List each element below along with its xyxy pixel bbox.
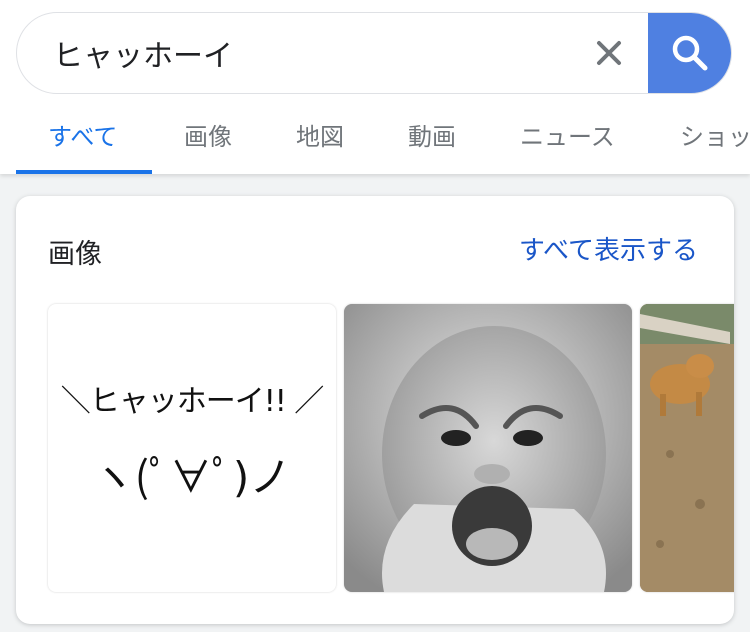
search-input[interactable] — [53, 29, 553, 77]
kaomoji-text-line2: ヽ(ﾟ∀ﾟ)ノ — [92, 453, 292, 502]
image-thumb-kaomoji[interactable]: ＼ヒャッホーイ!! ／ ヽ(ﾟ∀ﾟ)ノ — [48, 304, 336, 592]
image-thumb-dog[interactable] — [640, 304, 734, 592]
tab-images[interactable]: 画像 — [184, 108, 232, 174]
search-header: すべて 画像 地図 動画 ニュース ショッ — [0, 0, 750, 174]
search-button[interactable] — [648, 13, 731, 93]
images-card: 画像 すべて表示する ＼ヒャッホーイ!! ／ ヽ(ﾟ∀ﾟ)ノ — [16, 196, 734, 624]
view-all-link[interactable]: すべて表示する — [519, 230, 698, 267]
tab-all[interactable]: すべて — [48, 108, 117, 174]
search-bar — [16, 12, 732, 94]
tab-maps[interactable]: 地図 — [296, 108, 344, 174]
search-icon — [672, 35, 708, 71]
tab-news[interactable]: ニュース — [520, 108, 615, 174]
baby-photo — [344, 304, 632, 592]
card-title: 画像 — [48, 239, 102, 270]
image-thumb-baby[interactable] — [344, 304, 632, 592]
clear-button[interactable] — [587, 31, 631, 75]
kaomoji-text-line1: ＼ヒャッホーイ!! ／ — [60, 384, 325, 419]
dog-photo — [640, 304, 734, 592]
tab-videos[interactable]: 動画 — [408, 108, 456, 174]
search-tabs: すべて 画像 地図 動画 ニュース ショッ — [0, 108, 750, 174]
close-icon — [597, 41, 621, 65]
active-tab-indicator — [16, 170, 152, 174]
tab-shopping[interactable]: ショッ — [680, 108, 750, 174]
